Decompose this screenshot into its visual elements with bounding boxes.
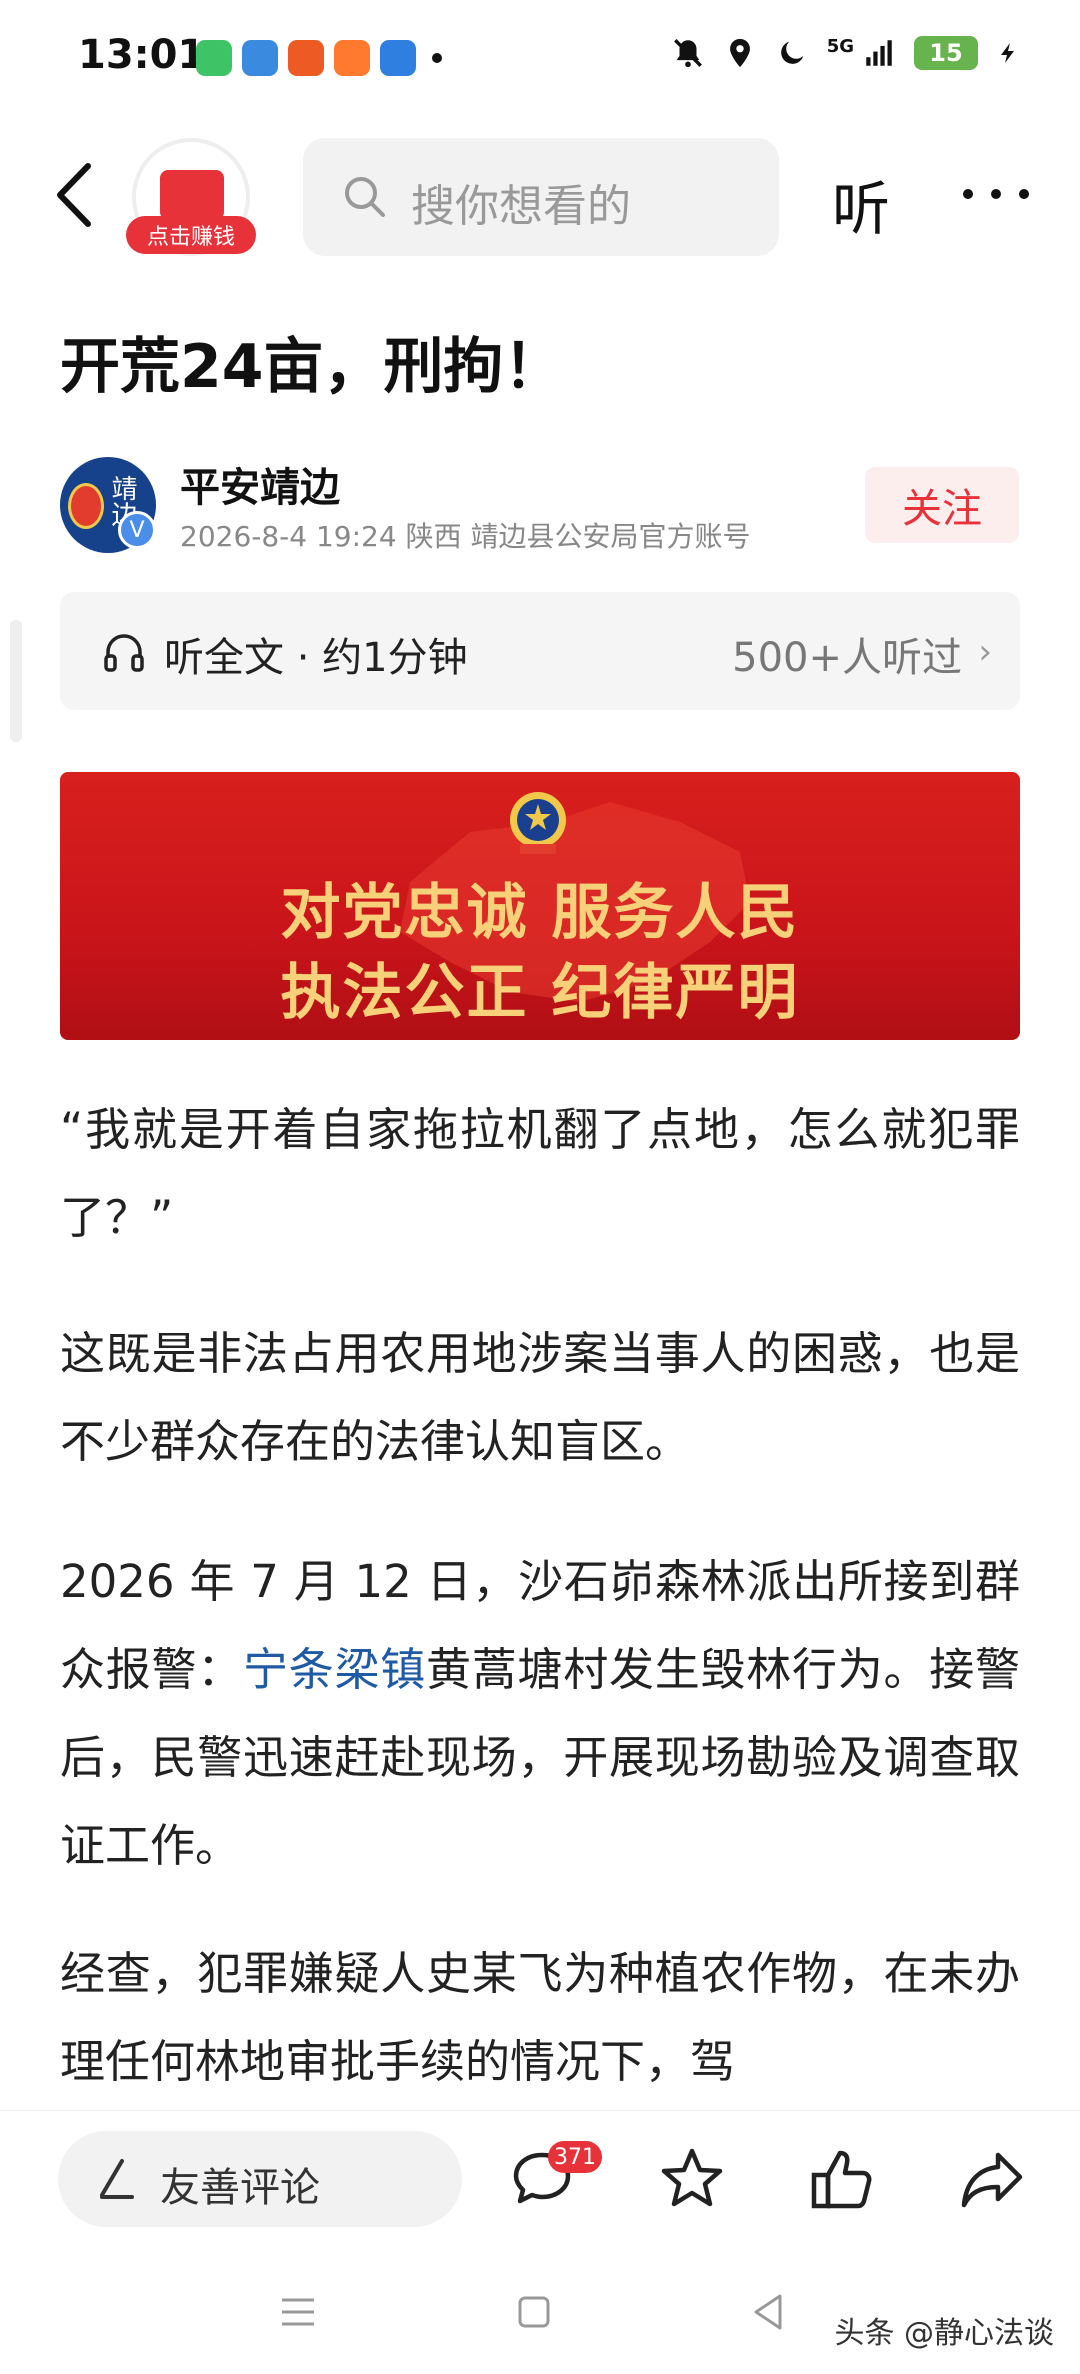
comment-input[interactable]: 友善评论 bbox=[58, 2131, 462, 2227]
comment-count-badge: 371 bbox=[548, 2141, 602, 2173]
status-bar: 13:01 5G 15 bbox=[0, 0, 1080, 118]
police-badge-icon bbox=[68, 483, 104, 529]
banner-slogan-line2: 执法公正 纪律严明 bbox=[280, 958, 800, 1028]
back-triangle-icon[interactable] bbox=[746, 2288, 794, 2336]
home-square-icon[interactable] bbox=[510, 2288, 558, 2336]
share-arrow-icon[interactable] bbox=[956, 2143, 1028, 2215]
cell-signal-icon bbox=[866, 40, 892, 66]
menu-icon[interactable] bbox=[274, 2288, 322, 2336]
red-envelope-icon bbox=[160, 170, 224, 220]
more-notifications-dot bbox=[432, 53, 442, 63]
listen-full-article-bar[interactable]: 听全文 · 约1分钟 500+人听过 › bbox=[60, 592, 1020, 710]
more-options-icon[interactable] bbox=[956, 164, 1036, 224]
network-type: 5G bbox=[826, 35, 854, 57]
author-name[interactable]: 平安靖边 bbox=[180, 455, 340, 513]
bottom-action-bar: 友善评论 371 bbox=[0, 2110, 1080, 2251]
search-placeholder: 搜你想看的 bbox=[411, 181, 631, 232]
listen-button[interactable]: 听 bbox=[832, 162, 890, 246]
wechat-icon bbox=[196, 40, 232, 76]
status-app-icons bbox=[196, 40, 442, 76]
map-app-icon bbox=[380, 40, 416, 76]
earn-money-badge[interactable]: 点击赚钱 bbox=[126, 216, 256, 254]
thumbs-up-icon[interactable] bbox=[806, 2143, 878, 2215]
system-navigation-bar: 头条 @静心法谈 bbox=[0, 2250, 1080, 2374]
search-input[interactable]: 搜你想看的 bbox=[303, 138, 779, 256]
status-indicators: 5G 15 bbox=[671, 36, 1020, 70]
scroll-indicator bbox=[10, 620, 22, 742]
game-app-icon bbox=[334, 40, 370, 76]
comment-placeholder: 友善评论 bbox=[160, 2165, 320, 2211]
police-banner-image: 对党忠诚 服务人民 执法公正 纪律严明 bbox=[60, 772, 1020, 1040]
star-favorite-icon[interactable] bbox=[656, 2143, 728, 2215]
paragraph-2: 这既是非法占用农用地涉案当事人的困惑，也是不少群众存在的法律认知盲区。 bbox=[60, 1327, 1020, 1468]
chevron-right-icon: › bbox=[978, 632, 992, 672]
audio-listener-count: 500+人听过 bbox=[732, 635, 962, 681]
watermark: 头条 @静心法谈 bbox=[834, 2316, 1054, 2351]
author-row: 靖边 V 平安靖边 2026-8-4 19:24 陕西 靖边县公安局官方账号 关… bbox=[60, 455, 1020, 555]
author-meta: 2026-8-4 19:24 陕西 靖边县公安局官方账号 bbox=[180, 520, 751, 553]
audio-label: 听全文 · 约1分钟 bbox=[164, 635, 468, 681]
paragraph-4: 经查，犯罪嫌疑人史某飞为种植农作物，在未办理任何林地审批手续的情况下，驾 bbox=[60, 1947, 1020, 2088]
taobao-icon bbox=[288, 40, 324, 76]
top-navigation: 点击赚钱 搜你想看的 听 bbox=[0, 130, 1080, 265]
headphone-icon bbox=[104, 634, 144, 672]
follow-button[interactable]: 关注 bbox=[865, 467, 1019, 543]
battery-indicator: 15 bbox=[914, 36, 978, 70]
moon-icon bbox=[780, 41, 804, 64]
verified-badge-icon: V bbox=[118, 511, 156, 549]
charging-icon bbox=[1001, 43, 1014, 63]
mute-bell-icon bbox=[673, 39, 702, 68]
paragraph-1: “我就是开着自家拖拉机翻了点地，怎么就犯罪了？” bbox=[60, 1103, 1020, 1244]
search-icon bbox=[345, 177, 385, 217]
signal-app-icon bbox=[242, 40, 278, 76]
police-emblem-icon bbox=[510, 792, 566, 854]
article-title: 开荒24亩，刑拘！ bbox=[60, 332, 564, 402]
location-icon bbox=[729, 38, 750, 68]
pen-icon bbox=[100, 2159, 134, 2199]
back-arrow-icon[interactable] bbox=[50, 160, 100, 230]
paragraph-3: 2026 年 7 月 12 日，沙石峁森林派出所接到群众报警：宁条梁镇黄蒿塘村发… bbox=[60, 1538, 1020, 1890]
location-link[interactable]: 宁条梁镇 bbox=[243, 1643, 426, 1696]
status-time: 13:01 bbox=[78, 32, 206, 78]
banner-slogan-line1: 对党忠诚 服务人民 bbox=[280, 878, 800, 948]
